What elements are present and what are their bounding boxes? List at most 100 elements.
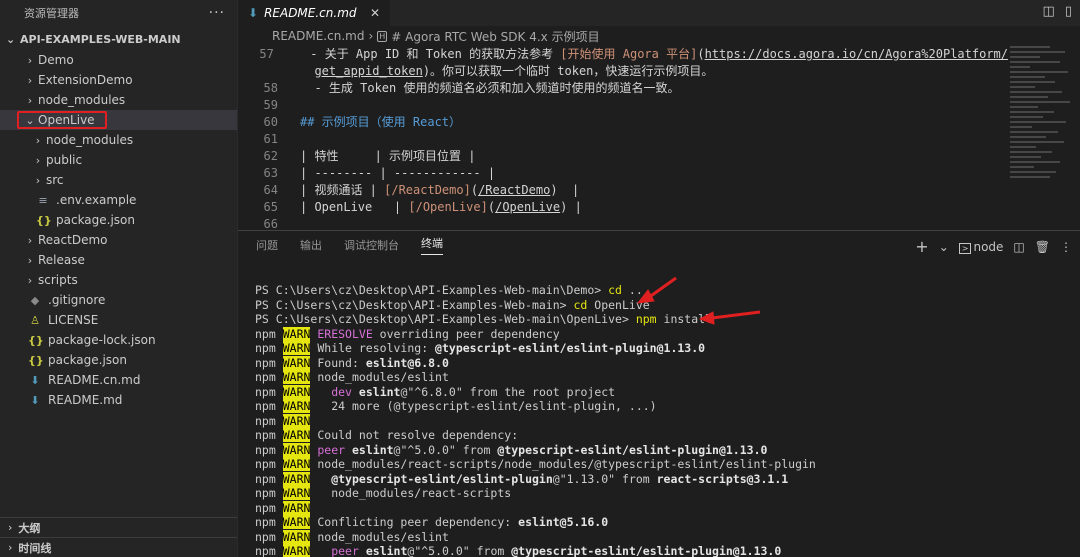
tree-item[interactable]: ⬇ README.cn.md	[0, 370, 237, 390]
code-token[interactable]: /ReactDemo	[478, 183, 550, 197]
split-editor-icon[interactable]: ▯	[1065, 4, 1072, 19]
tree-item-label: package-lock.json	[48, 333, 156, 347]
code-line: 63 | -------- | ------------ |	[238, 165, 1008, 182]
workspace-root[interactable]: ⌄ API-EXAMPLES-WEB-MAIN	[0, 28, 237, 50]
tree-item[interactable]: › Release	[0, 250, 237, 270]
tab-output[interactable]: 输出	[300, 237, 322, 253]
outline-panel-header[interactable]: › 大纲	[0, 517, 237, 537]
tab-label: README.cn.md	[264, 6, 357, 20]
tab-problems[interactable]: 问题	[256, 237, 278, 253]
markdown-file-icon: ⬇	[30, 373, 40, 387]
prompt-args: ..	[621, 283, 643, 297]
code-token: [/OpenLive]	[408, 200, 488, 214]
prompt-args: OpenLive	[587, 297, 650, 312]
terminal-output[interactable]: PS C:\Users\cz\Desktop\API-Examples-Web-…	[255, 283, 816, 557]
tree-item[interactable]: › ReactDemo	[0, 230, 237, 250]
tree-item-label: README.cn.md	[48, 373, 141, 387]
tree-item[interactable]: › public	[0, 150, 237, 170]
prompt-path: PS C:\Users\cz\Desktop\API-Examples-Web-…	[255, 283, 609, 297]
chevron-right-icon: ›	[27, 233, 33, 247]
open-preview-icon[interactable]: ◫	[1043, 4, 1055, 19]
warn-badge: WARN	[282, 471, 311, 486]
npm-prefix: npm	[255, 428, 276, 442]
new-terminal-icon[interactable]: +	[915, 237, 928, 256]
tree-item-label: Demo	[38, 53, 74, 67]
code-text: | 视频通话 | [/ReactDemo](/ReactDemo) |	[278, 182, 579, 199]
terminal-shell-selector[interactable]: > node	[958, 239, 1004, 254]
code-token: | OpenLive |	[300, 200, 409, 214]
tree-item[interactable]: › scripts	[0, 270, 237, 290]
tree-item[interactable]: ♙ LICENSE	[0, 310, 237, 330]
tree-item[interactable]: ⬇ README.md	[0, 390, 237, 410]
close-icon[interactable]: ✕	[370, 6, 380, 20]
more-actions-icon[interactable]: ···	[209, 5, 225, 21]
tree-item[interactable]: › node_modules	[0, 130, 237, 150]
license-file-icon: ♙	[30, 313, 40, 327]
split-terminal-icon[interactable]: ◫	[1013, 240, 1024, 254]
warn-text: eslint	[358, 384, 401, 399]
tree-item[interactable]: ◆ .gitignore	[0, 290, 237, 310]
tree-item-label: node_modules	[38, 93, 126, 107]
code-token[interactable]: get_appid_token	[314, 64, 422, 78]
tree-item[interactable]: {} package.json	[0, 210, 237, 230]
tab-debug-console[interactable]: 调试控制台	[344, 237, 399, 253]
tab-terminal[interactable]: 终端	[421, 235, 443, 255]
tree-item[interactable]: › ExtensionDemo	[0, 70, 237, 90]
tree-item-label: node_modules	[46, 133, 134, 147]
line-number: 58	[263, 81, 278, 95]
code-token[interactable]: https://docs.agora.io/cn/Agora%20Platfor…	[705, 47, 1008, 61]
tree-item[interactable]: ≡ .env.example	[0, 190, 237, 210]
terminal-warn-line: npm WARN peer eslint@"^5.0.0" from @type…	[255, 544, 816, 557]
terminal-warn-line: npm WARN While resolving: @typescript-es…	[255, 341, 816, 356]
terminal-icon: >	[958, 242, 972, 254]
editor-area: ⬇ README.cn.md ✕ ◫ ▯ README.cn.md › H # …	[238, 0, 1080, 557]
tree-item[interactable]: {} package-lock.json	[0, 330, 237, 350]
tab-readme-cn[interactable]: ⬇ README.cn.md ✕	[238, 0, 390, 26]
warn-text	[359, 544, 366, 557]
line-number: 64	[263, 183, 278, 197]
minimap[interactable]	[1010, 46, 1072, 226]
terminal-warn-line: npm WARN peer eslint@"^5.0.0" from @type…	[255, 442, 816, 458]
tree-item-label: package.json	[48, 353, 128, 367]
timeline-panel-header[interactable]: › 时间线	[0, 537, 237, 557]
breadcrumb-section[interactable]: # Agora RTC Web SDK 4.x 示例项目	[391, 28, 599, 45]
chevron-down-icon[interactable]: ⌄	[939, 240, 949, 254]
terminal-warn-line: npm WARN Conflicting peer dependency: es…	[255, 515, 816, 530]
code-token: | 视频通话 |	[300, 183, 385, 197]
markdown-file-icon: ⬇	[248, 6, 259, 20]
trash-icon[interactable]: 🗑	[1035, 240, 1050, 254]
git-file-icon: ◆	[30, 293, 40, 307]
warn-text: peer	[331, 544, 359, 557]
npm-prefix: npm	[255, 515, 276, 529]
warn-text: node_modules/eslint	[310, 529, 449, 544]
tree-item[interactable]: › Demo	[0, 50, 237, 70]
chevron-right-icon: ›	[27, 273, 33, 287]
warn-badge: WARN	[282, 413, 311, 428]
tree-item-label: package.json	[56, 213, 136, 227]
warn-text: eslint	[352, 442, 394, 457]
more-actions-icon[interactable]: ⋮	[1060, 240, 1072, 254]
npm-prefix: npm	[255, 486, 276, 500]
code-token[interactable]: /OpenLive	[495, 200, 560, 214]
tree-item[interactable]: ⌄ OpenLive	[0, 110, 237, 130]
json-file-icon: {}	[28, 333, 44, 347]
shell-label: node	[973, 239, 1004, 254]
warn-badge: WARN	[282, 384, 311, 399]
tree-item[interactable]: › node_modules	[0, 90, 237, 110]
terminal-warn-line: npm WARN node_modules/react-scripts	[255, 486, 816, 501]
chevron-right-icon: ›	[8, 541, 13, 554]
tree-item[interactable]: {} package.json	[0, 350, 237, 370]
warn-text	[345, 443, 352, 457]
warn-text: dev	[331, 384, 352, 399]
tree-item[interactable]: › src	[0, 170, 237, 190]
code-editor[interactable]: 57 - 关于 App ID 和 Token 的获取方法参考 [开始使用 Ago…	[238, 46, 1008, 228]
warn-text: @typescript-eslint/eslint-plugin@1.13.0	[511, 544, 782, 557]
terminal-warn-line: npm WARN node_modules/eslint	[255, 529, 816, 545]
breadcrumb-file[interactable]: README.cn.md	[272, 29, 364, 43]
heading-symbol-icon: H	[377, 30, 388, 42]
code-text: - 生成 Token 使用的频道名必须和加入频道时使用的频道名一致。	[278, 80, 679, 97]
